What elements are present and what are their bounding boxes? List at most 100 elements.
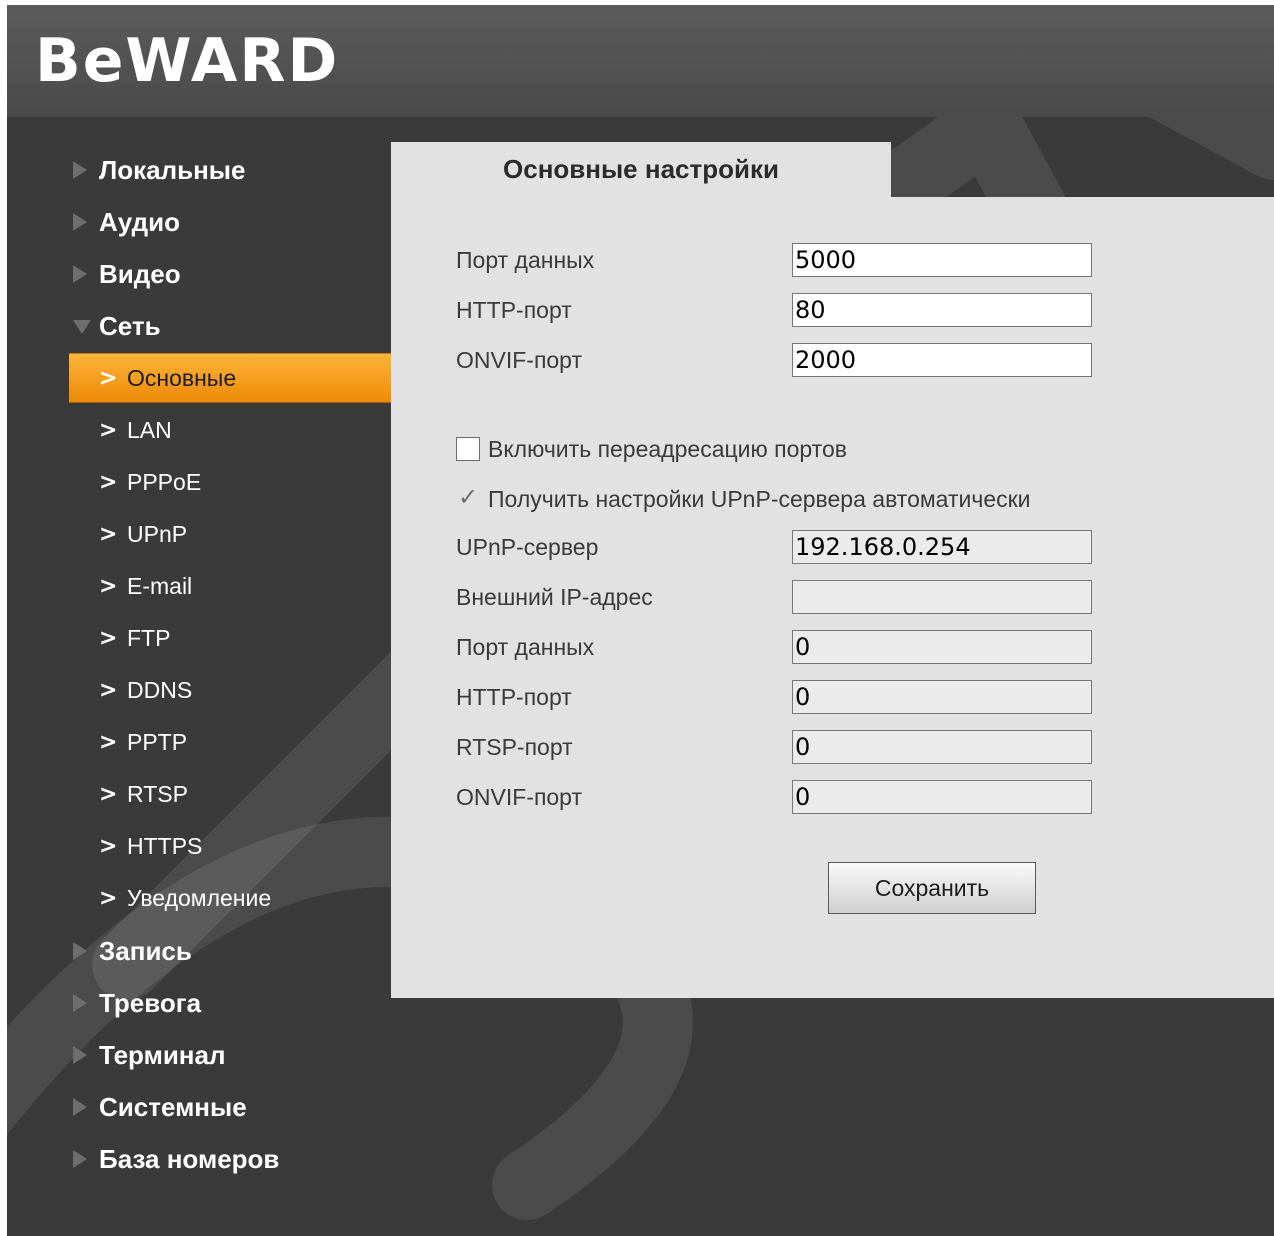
upnp-auto-checkbox[interactable]: ✓ bbox=[456, 483, 480, 511]
sidebar-item-label: Запись bbox=[99, 935, 192, 966]
onvif-port-label: ONVIF-порт bbox=[456, 347, 583, 373]
sidebar-item-label: E-mail bbox=[127, 572, 193, 599]
chevron-right-icon: > bbox=[99, 365, 118, 391]
sidebar-item-numbers-db[interactable]: База номеров bbox=[7, 1136, 391, 1182]
onvif-port-row: ONVIF-порт bbox=[456, 343, 1096, 379]
expand-arrow-icon bbox=[73, 265, 87, 283]
data-port-label: Порт данных bbox=[456, 247, 595, 273]
expand-arrow-icon bbox=[73, 1150, 87, 1168]
sidebar-item-label: DDNS bbox=[127, 676, 193, 703]
upnp-data-port-input[interactable] bbox=[792, 630, 1092, 664]
data-port-input[interactable] bbox=[792, 243, 1092, 277]
upnp-http-port-input[interactable] bbox=[792, 680, 1092, 714]
sidebar-item-lan[interactable]: > LAN bbox=[7, 407, 391, 453]
sidebar-item-label: Основные bbox=[127, 364, 237, 391]
chevron-right-icon: > bbox=[99, 469, 118, 495]
chevron-right-icon: > bbox=[99, 625, 118, 651]
upnp-auto-label: Получить настройки UPnP-сервера автомати… bbox=[488, 485, 1031, 512]
sidebar-item-label: HTTPS bbox=[127, 832, 203, 859]
sidebar-item-label: UPnP bbox=[127, 520, 188, 547]
app-frame: BeWARD Локальные Аудио Видео Сеть > Осно… bbox=[7, 5, 1274, 1236]
upnp-http-port-label: HTTP-порт bbox=[456, 684, 572, 710]
sidebar-item-label: Терминал bbox=[99, 1039, 226, 1070]
onvif-port-input[interactable] bbox=[792, 343, 1092, 377]
sidebar-item-label: Уведомление bbox=[127, 884, 272, 911]
chevron-right-icon: > bbox=[99, 781, 118, 807]
port-forwarding-label: Включить переадресацию портов bbox=[488, 435, 847, 462]
upnp-auto-row: ✓ Получить настройки UPnP-сервера автома… bbox=[456, 483, 1031, 514]
main-content: Основные настройки Порт данных HTTP-порт… bbox=[391, 142, 1274, 998]
sidebar-item-label: Системные bbox=[99, 1091, 247, 1122]
upnp-onvif-port-row: ONVIF-порт bbox=[456, 780, 1096, 816]
sidebar-item-label: RTSP bbox=[127, 780, 188, 807]
sidebar-item-record[interactable]: Запись bbox=[7, 928, 391, 974]
upnp-server-row: UPnP-сервер bbox=[456, 530, 1096, 566]
data-port-row: Порт данных bbox=[456, 243, 1096, 279]
http-port-label: HTTP-порт bbox=[456, 297, 572, 323]
sidebar-item-label: LAN bbox=[127, 416, 172, 443]
sidebar-item-network[interactable]: Сеть bbox=[7, 303, 391, 349]
sidebar-item-pptp[interactable]: > PPTP bbox=[7, 719, 391, 765]
port-forwarding-checkbox[interactable] bbox=[456, 437, 480, 461]
port-forwarding-row: Включить переадресацию портов bbox=[456, 434, 847, 464]
expand-arrow-icon bbox=[73, 1098, 87, 1116]
upnp-onvif-port-label: ONVIF-порт bbox=[456, 784, 583, 810]
upnp-rtsp-port-label: RTSP-порт bbox=[456, 734, 573, 760]
sidebar-nav: Локальные Аудио Видео Сеть > Основные > … bbox=[7, 117, 391, 1236]
checkmark-icon: ✓ bbox=[458, 483, 479, 511]
sidebar-item-pppoe[interactable]: > PPPoE bbox=[7, 459, 391, 505]
chevron-right-icon: > bbox=[99, 417, 118, 443]
http-port-row: HTTP-порт bbox=[456, 293, 1096, 329]
expand-arrow-icon bbox=[73, 161, 87, 179]
sidebar-item-label: Локальные bbox=[99, 154, 246, 185]
http-port-input[interactable] bbox=[792, 293, 1092, 327]
sidebar-item-label: PPTP bbox=[127, 728, 188, 755]
sidebar-item-label: База номеров bbox=[99, 1143, 280, 1174]
header-bar: BeWARD bbox=[7, 5, 1274, 117]
sidebar-item-notification[interactable]: > Уведомление bbox=[7, 875, 391, 921]
expand-arrow-icon bbox=[73, 213, 87, 231]
tab-basic-settings[interactable]: Основные настройки bbox=[391, 142, 891, 197]
upnp-rtsp-port-input[interactable] bbox=[792, 730, 1092, 764]
chevron-right-icon: > bbox=[99, 833, 118, 859]
sidebar-item-ddns[interactable]: > DDNS bbox=[7, 667, 391, 713]
save-button[interactable]: Сохранить bbox=[828, 862, 1036, 914]
external-ip-row: Внешний IP-адрес bbox=[456, 580, 1096, 616]
upnp-data-port-label: Порт данных bbox=[456, 634, 595, 660]
sidebar-item-label: FTP bbox=[127, 624, 171, 651]
sidebar-item-network-basic[interactable]: > Основные bbox=[69, 353, 391, 403]
settings-panel: Порт данных HTTP-порт ONVIF-порт Включит… bbox=[391, 197, 1274, 998]
chevron-right-icon: > bbox=[99, 521, 118, 547]
chevron-right-icon: > bbox=[99, 677, 118, 703]
collapse-arrow-icon bbox=[73, 320, 91, 334]
chevron-right-icon: > bbox=[99, 885, 118, 911]
sidebar-item-local[interactable]: Локальные bbox=[7, 147, 391, 193]
sidebar-item-system[interactable]: Системные bbox=[7, 1084, 391, 1130]
chevron-right-icon: > bbox=[99, 573, 118, 599]
upnp-onvif-port-input[interactable] bbox=[792, 780, 1092, 814]
upnp-http-port-row: HTTP-порт bbox=[456, 680, 1096, 716]
sidebar-item-upnp[interactable]: > UPnP bbox=[7, 511, 391, 557]
sidebar-item-video[interactable]: Видео bbox=[7, 251, 391, 297]
external-ip-input[interactable] bbox=[792, 580, 1092, 614]
upnp-data-port-row: Порт данных bbox=[456, 630, 1096, 666]
external-ip-label: Внешний IP-адрес bbox=[456, 584, 653, 610]
upnp-server-label: UPnP-сервер bbox=[456, 534, 599, 560]
sidebar-item-label: Видео bbox=[99, 258, 181, 289]
sidebar-item-audio[interactable]: Аудио bbox=[7, 199, 391, 245]
expand-arrow-icon bbox=[73, 942, 87, 960]
upnp-rtsp-port-row: RTSP-порт bbox=[456, 730, 1096, 766]
sidebar-item-ftp[interactable]: > FTP bbox=[7, 615, 391, 661]
sidebar-item-label: Сеть bbox=[99, 310, 161, 341]
sidebar-item-alarm[interactable]: Тревога bbox=[7, 980, 391, 1026]
expand-arrow-icon bbox=[73, 994, 87, 1012]
upnp-server-input[interactable] bbox=[792, 530, 1092, 564]
chevron-right-icon: > bbox=[99, 729, 118, 755]
expand-arrow-icon bbox=[73, 1046, 87, 1064]
sidebar-item-label: Тревога bbox=[99, 987, 202, 1018]
sidebar-item-https[interactable]: > HTTPS bbox=[7, 823, 391, 869]
sidebar-item-terminal[interactable]: Терминал bbox=[7, 1032, 391, 1078]
beward-logo: BeWARD bbox=[35, 26, 340, 96]
sidebar-item-rtsp[interactable]: > RTSP bbox=[7, 771, 391, 817]
sidebar-item-email[interactable]: > E-mail bbox=[7, 563, 391, 609]
